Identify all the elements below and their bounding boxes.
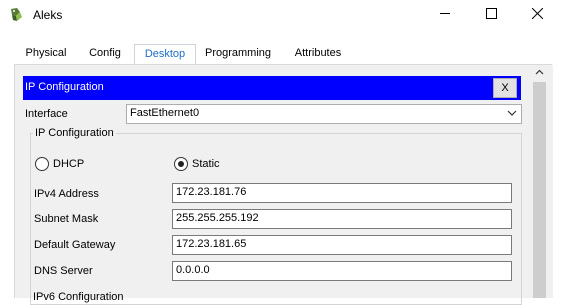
scroll-up-button[interactable] (531, 65, 548, 82)
default-gateway-input[interactable]: 172.23.181.65 (172, 235, 512, 255)
tab-programming[interactable]: Programming (200, 44, 276, 65)
ipv6-config-group-title: IPv6 Configuration (33, 291, 124, 303)
title-bar: Aleks (0, 0, 562, 30)
window-title: Aleks (33, 8, 63, 22)
ip-config-header: IP Configuration X (23, 76, 521, 100)
ipv4-address-input[interactable]: 172.23.181.76 (172, 183, 512, 203)
close-icon (531, 7, 543, 22)
printer-icon (8, 7, 24, 23)
interface-select[interactable]: FastEthernet0 (126, 104, 522, 124)
default-gateway-value: 172.23.181.65 (176, 238, 247, 250)
subnet-mask-label: Subnet Mask (34, 213, 99, 225)
maximize-icon (485, 8, 497, 22)
dns-server-value: 0.0.0.0 (176, 264, 210, 276)
chevron-up-icon (535, 68, 544, 80)
ip-config-close-button[interactable]: X (493, 78, 517, 98)
tab-attributes[interactable]: Attributes (286, 44, 350, 65)
chevron-down-icon (507, 108, 517, 121)
dhcp-radio[interactable] (35, 157, 49, 171)
tab-config[interactable]: Config (80, 44, 130, 65)
static-radio[interactable] (174, 157, 188, 171)
dhcp-label: DHCP (53, 158, 85, 170)
subnet-mask-value: 255.255.255.192 (176, 212, 259, 224)
vertical-scrollbar[interactable] (531, 65, 548, 298)
ipv4-address-label: IPv4 Address (34, 188, 99, 200)
tab-desktop[interactable]: Desktop (134, 44, 196, 67)
minimize-button[interactable] (422, 0, 468, 30)
dns-server-input[interactable]: 0.0.0.0 (172, 261, 512, 281)
static-label: Static (192, 158, 220, 170)
close-window-button[interactable] (514, 0, 560, 30)
interface-value: FastEthernet0 (130, 107, 200, 119)
ip-config-title: IP Configuration (25, 81, 104, 93)
default-gateway-label: Default Gateway (34, 239, 116, 251)
interface-label: Interface (25, 108, 68, 120)
dns-server-label: DNS Server (34, 265, 93, 277)
scrollbar-thumb[interactable] (533, 82, 546, 298)
subnet-mask-input[interactable]: 255.255.255.192 (172, 209, 512, 229)
ipv4-address-value: 172.23.181.76 (176, 186, 247, 198)
maximize-button[interactable] (468, 0, 514, 30)
tab-physical[interactable]: Physical (16, 44, 76, 65)
minimize-icon (439, 8, 451, 22)
ip-config-group-title: IP Configuration (33, 127, 116, 139)
